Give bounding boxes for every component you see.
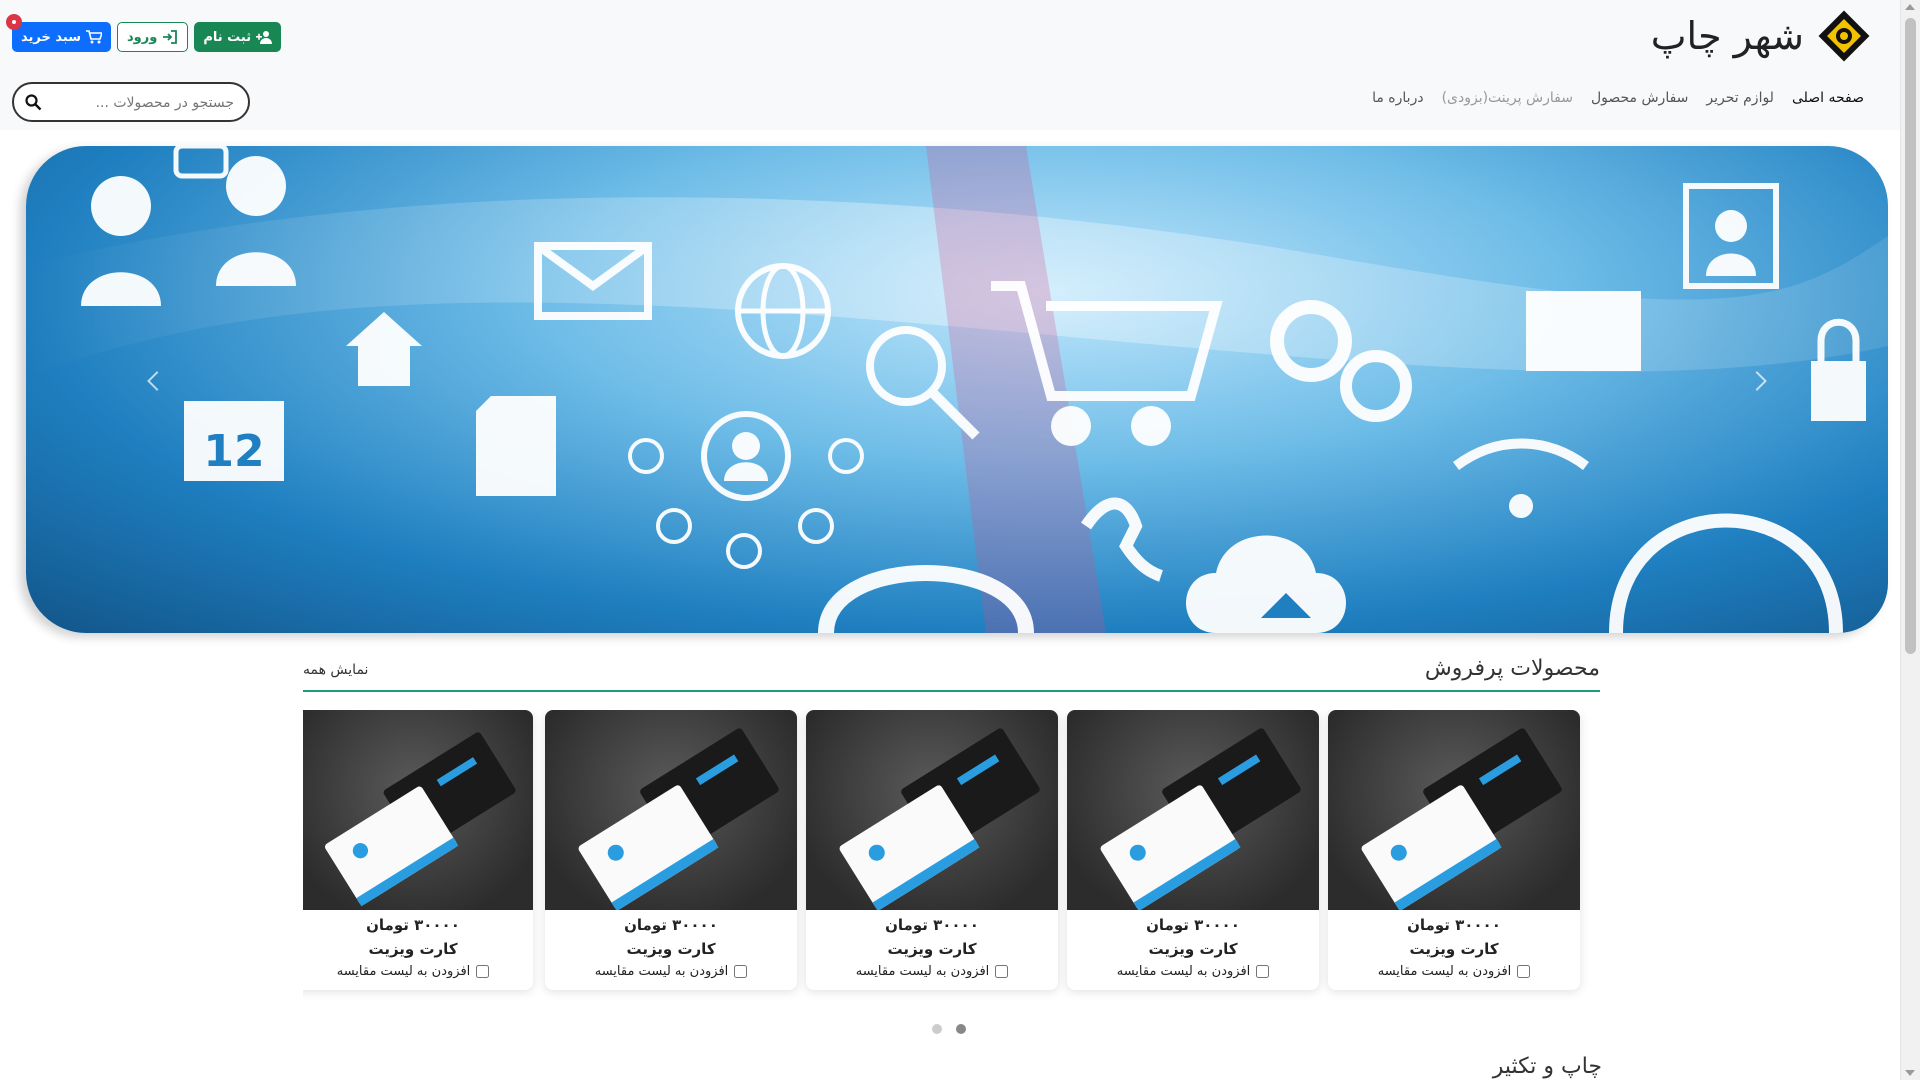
product-card[interactable]: ۳۰۰۰۰ تومان کارت ویزیت افزودن به لیست مق… (806, 710, 1058, 990)
register-label: ثبت نام (203, 29, 252, 45)
compare-label: افزودن به لیست مقایسه (336, 964, 471, 979)
page-scrollbar[interactable] (1900, 0, 1920, 1080)
compare-option[interactable]: افزودن به لیست مقایسه (545, 964, 797, 979)
brand-name: شهر چاپ (1650, 14, 1804, 58)
product-price: ۳۰۰۰۰ تومان (1146, 916, 1240, 934)
user-plus-icon (256, 31, 273, 44)
compare-label: افزودن به لیست مقایسه (1377, 964, 1512, 979)
brand-logo-icon (1818, 10, 1870, 62)
site-header: شهر چاپ ثبت نام ورود سبد خرید صفحه اصلی … (0, 0, 1900, 130)
print-copy-section-title: چاپ و تکثیر (1492, 1054, 1602, 1079)
scrollbar-thumb[interactable] (1905, 18, 1916, 654)
product-price: ۳۰۰۰۰ تومان (366, 916, 460, 934)
carousel-dot[interactable] (932, 1024, 942, 1034)
best-sellers-title: محصولات پرفروش (1424, 656, 1600, 681)
show-all-link[interactable]: نمایش همه (303, 662, 368, 678)
page: شهر چاپ ثبت نام ورود سبد خرید صفحه اصلی … (0, 0, 1920, 1080)
product-card[interactable]: ۳۰۰۰۰ تومان کارت ویزیت افزودن به لیست مق… (1328, 710, 1580, 990)
product-image (545, 710, 797, 910)
compare-label: افزودن به لیست مقایسه (855, 964, 990, 979)
compare-checkbox[interactable] (734, 965, 748, 978)
login-label: ورود (126, 29, 158, 45)
carousel-dot-active[interactable] (956, 1024, 966, 1034)
login-button[interactable]: ورود (116, 22, 189, 52)
compare-option[interactable]: افزودن به لیست مقایسه (1067, 964, 1319, 979)
cart-button[interactable]: سبد خرید (6, 14, 111, 52)
nav-item-about[interactable]: درباره ما (1372, 90, 1423, 106)
sign-in-icon (163, 30, 178, 44)
product-name[interactable]: کارت ویزیت (1067, 940, 1319, 958)
compare-checkbox[interactable] (995, 965, 1009, 978)
auth-buttons: ثبت نام ورود سبد خرید (6, 14, 282, 52)
nav-item-stationery[interactable]: لوازم تحریر (1706, 90, 1774, 106)
carousel-indicators (932, 1024, 966, 1034)
compare-option[interactable]: افزودن به لیست مقایسه (806, 964, 1058, 979)
scroll-up-icon[interactable] (1905, 4, 1915, 10)
product-price: ۳۰۰۰۰ تومان (624, 916, 718, 934)
scroll-down-icon[interactable] (1905, 1070, 1915, 1076)
product-name[interactable]: کارت ویزیت (303, 940, 533, 958)
compare-option[interactable]: افزودن به لیست مقایسه (303, 964, 533, 979)
search-input[interactable] (54, 92, 234, 114)
register-button[interactable]: ثبت نام (194, 22, 282, 52)
compare-checkbox[interactable] (1517, 965, 1531, 978)
nav-item-order-print[interactable]: سفارش پرینت(بزودی) (1442, 90, 1573, 106)
compare-option[interactable]: افزودن به لیست مقایسه (1328, 964, 1580, 979)
product-card[interactable]: ۳۰۰۰۰ تومان کارت ویزیت افزودن به لیست مق… (1067, 710, 1319, 990)
main-nav: صفحه اصلی لوازم تحریر سفارش محصول سفارش … (1372, 90, 1864, 106)
cart-label: سبد خرید (21, 29, 81, 45)
hero-carousel[interactable]: 12 (26, 146, 1888, 633)
product-image (1328, 710, 1580, 910)
nav-item-order-product[interactable]: سفارش محصول (1591, 90, 1688, 106)
product-name[interactable]: کارت ویزیت (545, 940, 797, 958)
product-image (1067, 710, 1319, 910)
product-name[interactable]: کارت ویزیت (1328, 940, 1580, 958)
product-image (303, 710, 533, 910)
product-card[interactable]: ۳۰۰۰۰ تومان کارت ویزیت افزودن به لیست مق… (303, 710, 533, 990)
compare-label: افزودن به لیست مقایسه (594, 964, 729, 979)
search-icon[interactable] (24, 93, 42, 111)
search-box (12, 82, 250, 122)
product-card[interactable]: ۳۰۰۰۰ تومان کارت ویزیت افزودن به لیست مق… (545, 710, 797, 990)
product-price: ۳۰۰۰۰ تومان (1407, 916, 1501, 934)
nav-item-home[interactable]: صفحه اصلی (1792, 90, 1864, 106)
compare-checkbox[interactable] (476, 965, 490, 978)
brand[interactable]: شهر چاپ (1651, 10, 1870, 62)
compare-checkbox[interactable] (1256, 965, 1270, 978)
cart-badge (6, 14, 22, 30)
product-image (806, 710, 1058, 910)
compare-label: افزودن به لیست مقایسه (1116, 964, 1251, 979)
product-name[interactable]: کارت ویزیت (806, 940, 1058, 958)
products-carousel: ۳۰۰۰۰ تومان کارت ویزیت افزودن به لیست مق… (303, 710, 1600, 1010)
hero-banner-image: 12 (26, 146, 1888, 633)
product-price: ۳۰۰۰۰ تومان (885, 916, 979, 934)
best-sellers-header: محصولات پرفروش نمایش همه (303, 656, 1600, 692)
calendar-day-label: 12 (203, 426, 264, 477)
cart-icon (85, 30, 102, 44)
